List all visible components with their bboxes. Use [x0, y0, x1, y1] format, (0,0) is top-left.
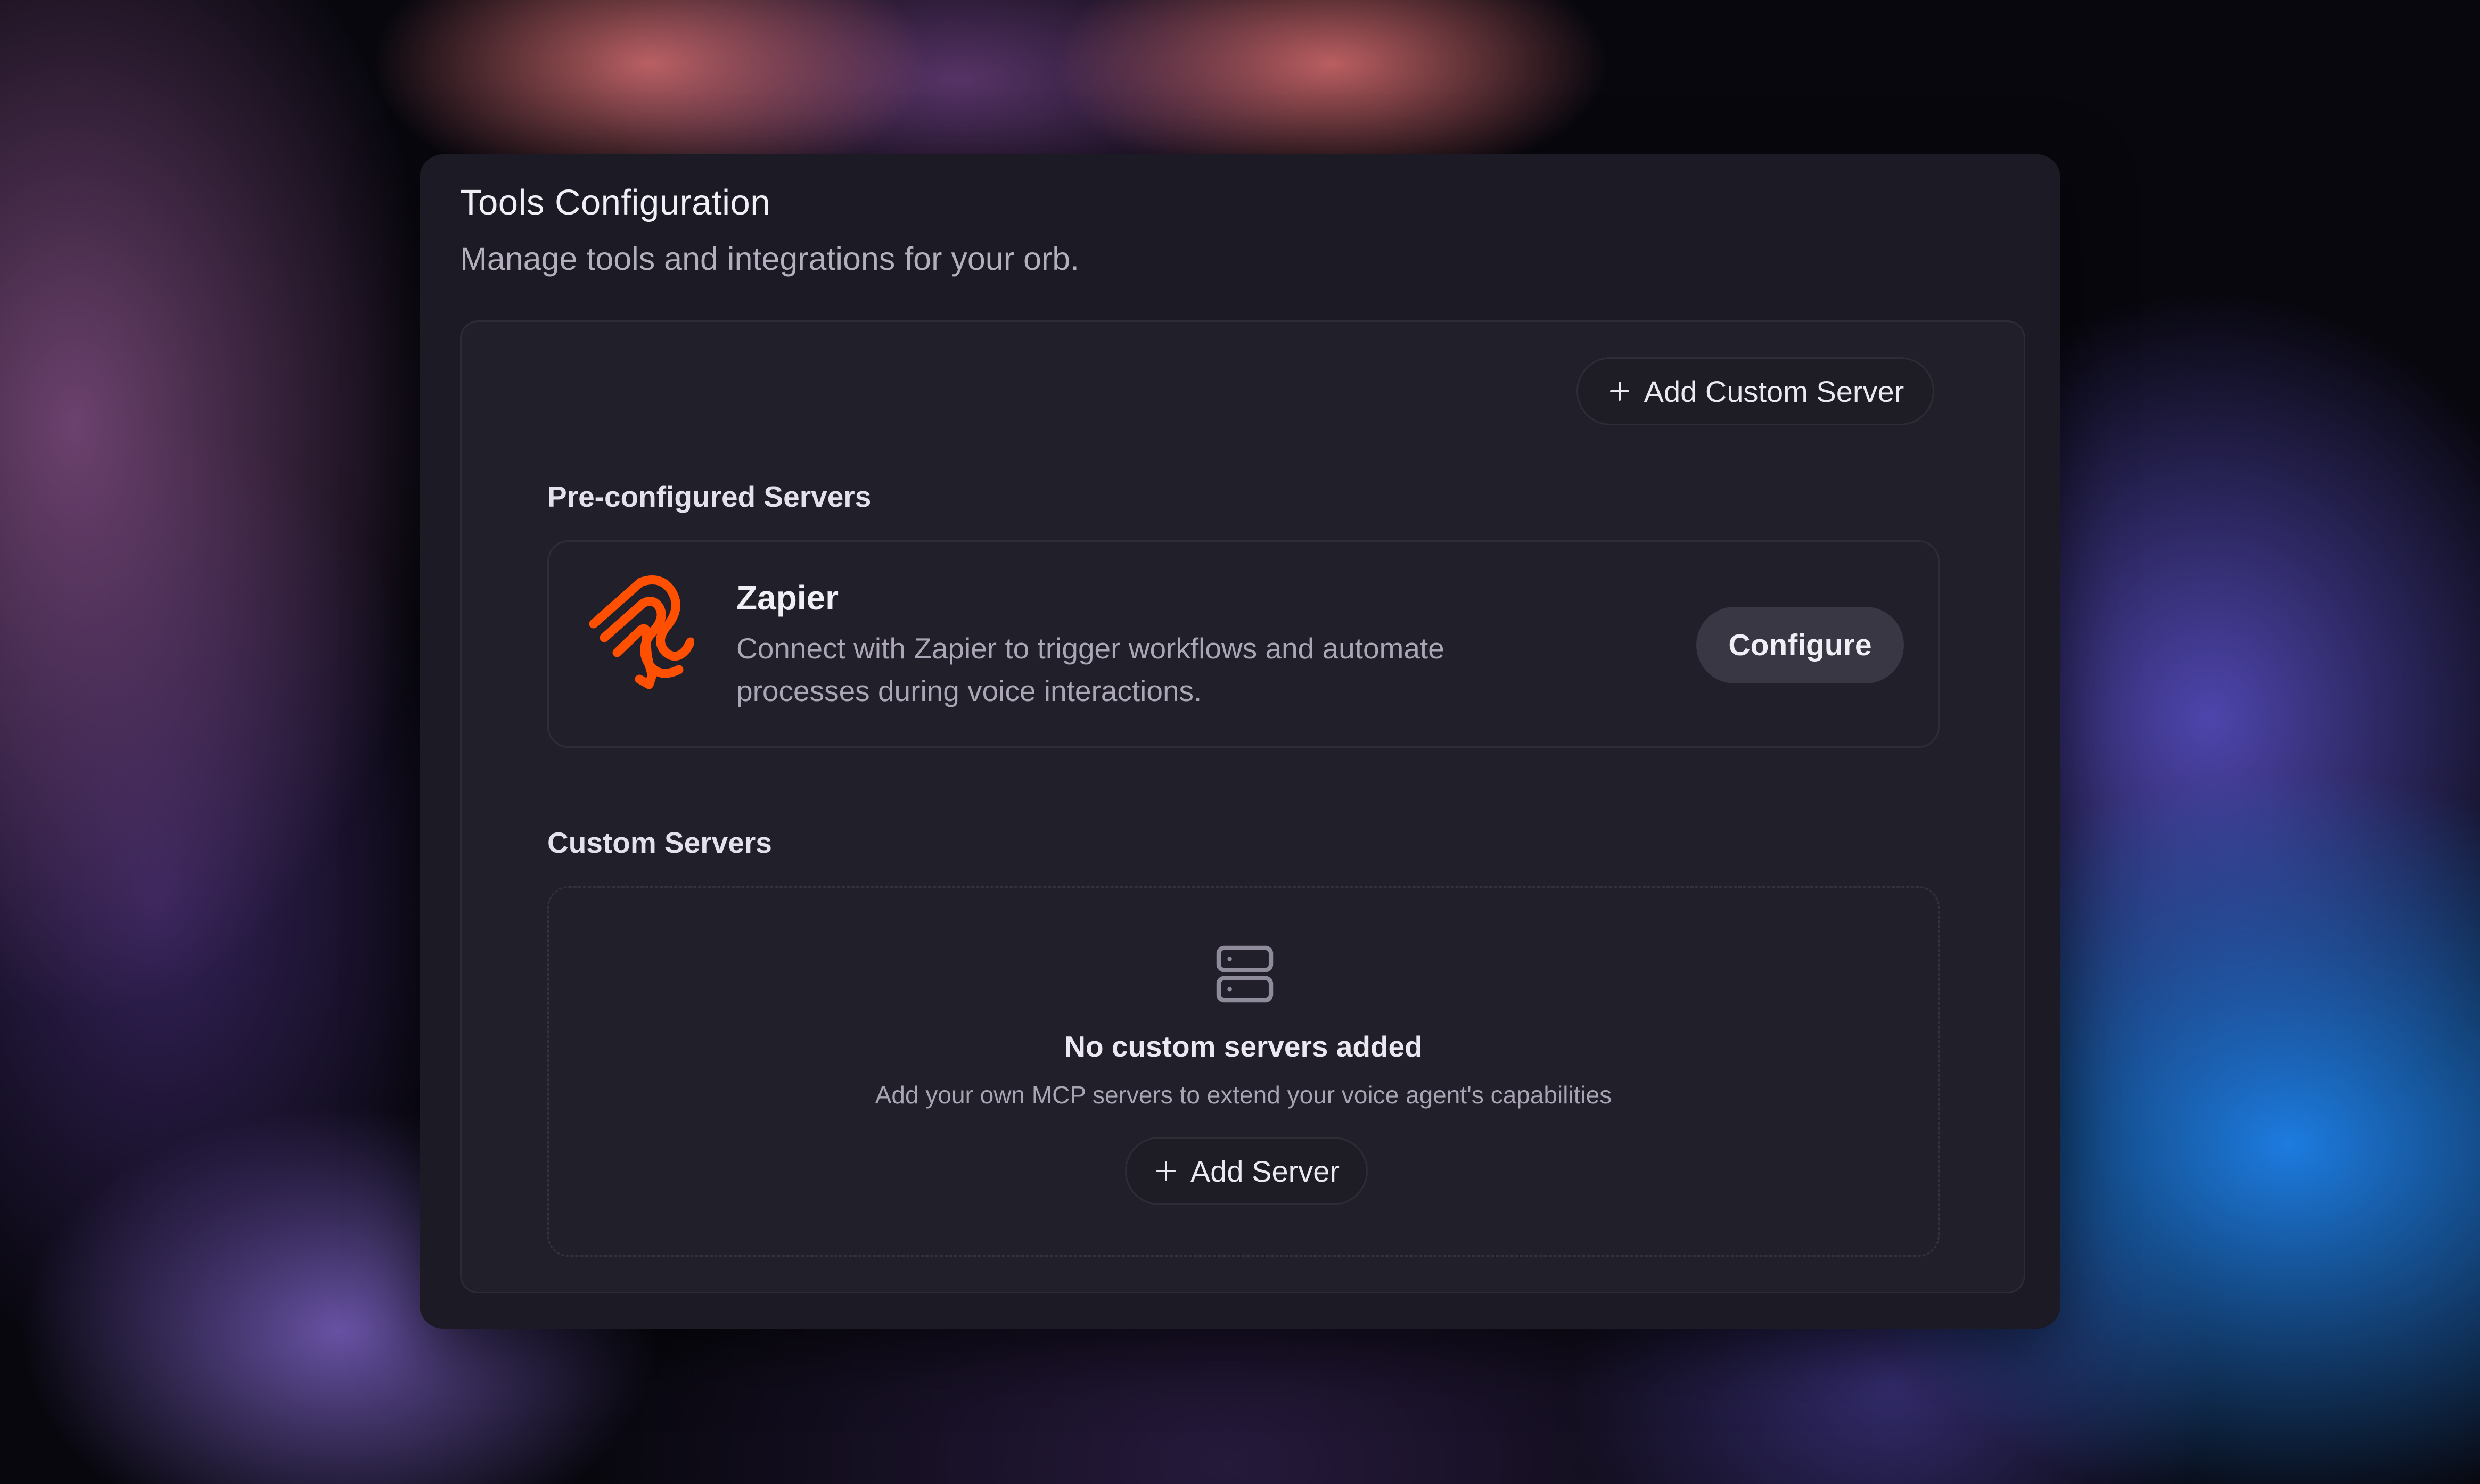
configure-button[interactable]: Configure [1696, 607, 1904, 683]
server-card-zapier: Zapier Connect with Zapier to trigger wo… [547, 540, 1940, 748]
custom-servers-heading: Custom Servers [547, 826, 772, 859]
plus-icon [1607, 378, 1632, 404]
add-server-label: Add Server [1190, 1154, 1340, 1188]
add-custom-server-button[interactable]: Add Custom Server [1576, 357, 1934, 425]
server-name: Zapier [736, 579, 839, 617]
add-server-button[interactable]: Add Server [1125, 1137, 1368, 1205]
server-description: Connect with Zapier to trigger workflows… [736, 632, 1444, 707]
empty-state-description: Add your own MCP servers to extend your … [875, 1081, 1612, 1109]
empty-state-title: No custom servers added [1064, 1030, 1423, 1063]
zapier-logo [587, 575, 695, 694]
add-custom-server-label: Add Custom Server [1644, 374, 1904, 408]
server-icon [1212, 941, 1278, 1007]
custom-servers-empty-state: No custom servers added Add your own MCP… [547, 886, 1940, 1257]
plus-icon [1153, 1158, 1179, 1184]
preconfigured-servers-heading: Pre-configured Servers [547, 480, 872, 513]
tools-configuration-dialog: Tools Configuration Manage tools and int… [420, 154, 2060, 1329]
page-subtitle: Manage tools and integrations for your o… [460, 241, 1080, 277]
servers-panel: Add Custom Server Pre-configured Servers… [460, 320, 2025, 1293]
page-title: Tools Configuration [460, 183, 771, 222]
